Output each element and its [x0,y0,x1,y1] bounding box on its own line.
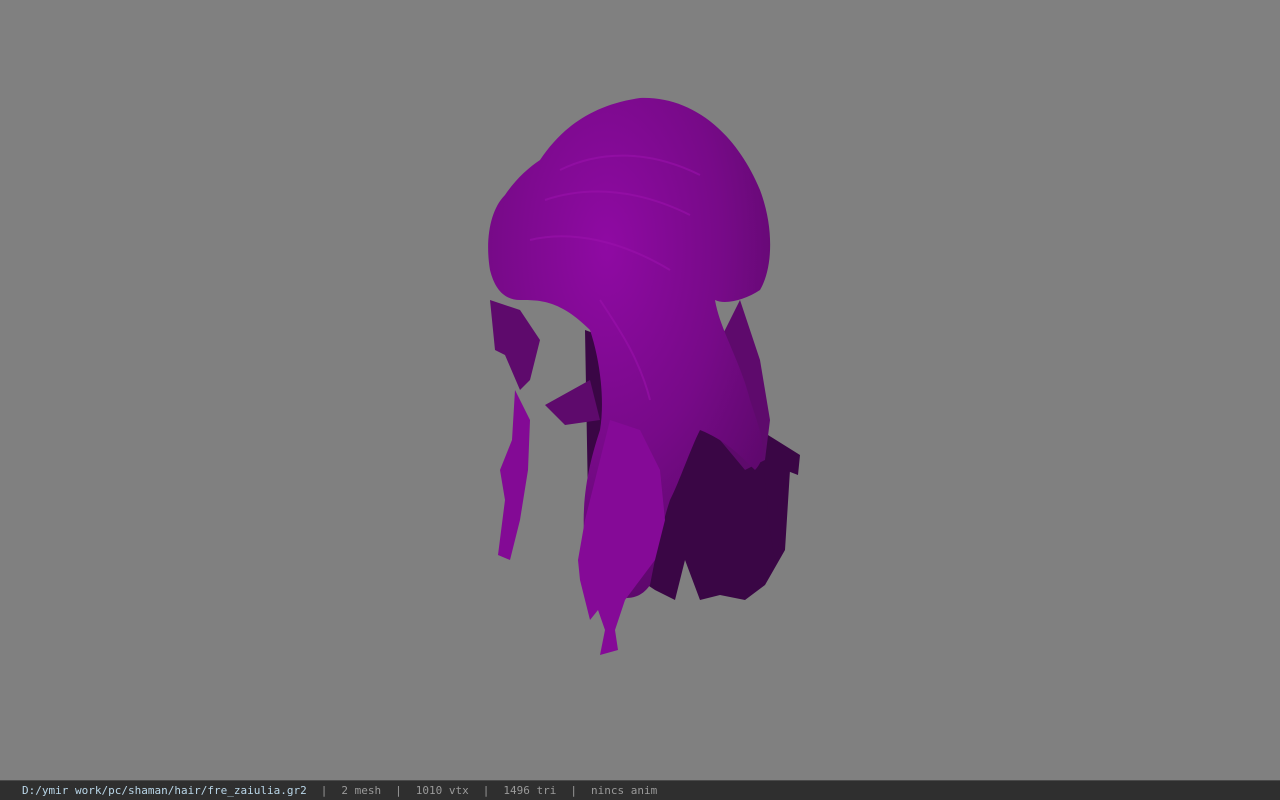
left-strand [498,390,530,560]
3d-viewport[interactable] [0,0,1280,780]
triangle-count: 1496 tri [503,784,557,797]
separator: | [570,784,577,797]
separator: | [320,784,328,797]
vertex-count: 1010 vtx [415,784,469,797]
animation-status: nincs anim [591,784,658,797]
mesh-count: 2 mesh [341,784,382,797]
status-bar: D:/ymir work/pc/shaman/hair/fre_zaiulia.… [0,780,1280,800]
hair-model-render[interactable] [0,0,1280,780]
separator: | [482,784,490,797]
separator: | [395,784,402,797]
file-path: D:/ymir work/pc/shaman/hair/fre_zaiulia.… [22,784,307,797]
